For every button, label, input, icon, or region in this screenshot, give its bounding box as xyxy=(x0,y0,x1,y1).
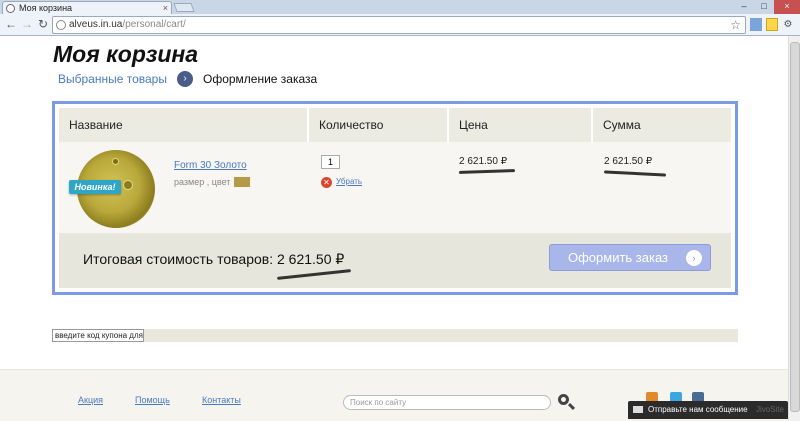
item-price: 2 621.50 ₽ xyxy=(459,156,508,167)
browser-tabbar: Моя корзина × – □ × xyxy=(0,0,800,14)
item-sum: 2 621.50 ₽ xyxy=(604,156,653,167)
column-header-price: Цена xyxy=(459,118,488,132)
tab-title: Моя корзина xyxy=(19,3,73,13)
remove-icon[interactable]: ✕ xyxy=(321,177,332,188)
url-path: /personal/cart/ xyxy=(122,19,186,30)
product-name-link[interactable]: Form 30 Золото xyxy=(174,160,247,171)
redaction-scribble xyxy=(603,170,667,177)
window-close-button[interactable]: × xyxy=(774,0,800,14)
forward-button[interactable]: → xyxy=(20,17,34,31)
chat-brand: JivoSite xyxy=(755,405,784,414)
footer-link-help[interactable]: Помощь xyxy=(135,395,170,405)
address-bar[interactable]: alveus.in.ua/personal/cart/ ☆ xyxy=(52,16,746,34)
page-icon[interactable] xyxy=(766,18,778,31)
browser-toolbar: ← → ↻ alveus.in.ua/personal/cart/ ☆ ⚙ xyxy=(0,14,800,36)
product-image[interactable]: Новинка! xyxy=(69,148,155,230)
place-order-label: Оформить заказ xyxy=(568,250,669,265)
search-icon[interactable] xyxy=(556,392,576,412)
page-scrollbar[interactable] xyxy=(788,36,800,421)
globe-icon xyxy=(56,20,66,30)
redaction-scribble xyxy=(458,169,516,174)
chevron-right-icon: › xyxy=(176,71,193,87)
quantity-input[interactable] xyxy=(321,155,340,169)
page-content: Моя корзина Выбранные товары › Оформлени… xyxy=(0,36,788,421)
arrow-right-icon: › xyxy=(686,250,702,266)
breadcrumb: Выбранные товары › Оформление заказа xyxy=(58,70,317,88)
breadcrumb-step-selected-goods[interactable]: Выбранные товары xyxy=(58,72,167,86)
reload-button[interactable]: ↻ xyxy=(36,17,50,31)
back-button[interactable]: ← xyxy=(4,17,18,31)
window-controls: – □ × xyxy=(734,0,800,14)
tab-close-icon[interactable]: × xyxy=(163,2,168,14)
page-title: Моя корзина xyxy=(53,41,199,67)
wrench-icon[interactable]: ⚙ xyxy=(782,18,794,31)
chat-label: Отправьте нам сообщение xyxy=(648,405,748,414)
product-props-text: размер , цвет xyxy=(174,177,231,187)
bookmark-star-icon[interactable]: ☆ xyxy=(730,17,741,33)
tap-hole xyxy=(112,158,119,165)
new-badge: Новинка! xyxy=(69,180,121,194)
cart-table: Название Количество Цена Сумма Новинка! … xyxy=(59,108,731,288)
cart-panel: Название Количество Цена Сумма Новинка! … xyxy=(52,101,738,295)
column-header-quantity: Количество xyxy=(319,118,384,132)
envelope-icon xyxy=(633,406,643,413)
favicon-icon xyxy=(6,4,15,13)
extension-icon[interactable] xyxy=(750,18,762,31)
drain-hole xyxy=(123,180,133,190)
scrollbar-thumb[interactable] xyxy=(790,42,800,412)
chat-widget[interactable]: Отправьте нам сообщение JivoSite xyxy=(628,401,788,419)
minimize-button[interactable]: – xyxy=(734,0,754,14)
footer-link-contacts[interactable]: Контакты xyxy=(202,395,241,405)
search-icon-handle xyxy=(567,402,576,411)
remove-link[interactable]: Убрать xyxy=(336,177,362,186)
new-tab-button[interactable] xyxy=(173,3,195,12)
url-host: alveus.in.ua xyxy=(69,19,123,30)
color-swatch xyxy=(234,177,251,187)
site-search-input[interactable]: Поиск по сайту xyxy=(343,395,551,410)
product-properties: размер , цвет xyxy=(174,177,251,187)
redaction-scribble xyxy=(277,269,351,280)
breadcrumb-step-checkout: Оформление заказа xyxy=(202,72,318,86)
search-icon-ring xyxy=(558,394,569,405)
footer-link-promo[interactable]: Акция xyxy=(78,395,103,405)
cart-summary: Итоговая стоимость товаров: 2 621.50 ₽ О… xyxy=(59,233,731,288)
coupon-input[interactable] xyxy=(52,329,144,342)
column-header-sum: Сумма xyxy=(603,118,641,132)
table-row: Новинка! Form 30 Золото размер , цвет ✕ … xyxy=(59,142,731,233)
cart-table-header: Название Количество Цена Сумма xyxy=(59,108,731,142)
column-header-name: Название xyxy=(69,118,123,132)
browser-tab[interactable]: Моя корзина × xyxy=(2,1,172,14)
place-order-button[interactable]: Оформить заказ › xyxy=(549,244,711,271)
coupon-row xyxy=(52,329,738,342)
maximize-button[interactable]: □ xyxy=(754,0,774,14)
total-price: Итоговая стоимость товаров: 2 621.50 ₽ xyxy=(83,251,345,267)
